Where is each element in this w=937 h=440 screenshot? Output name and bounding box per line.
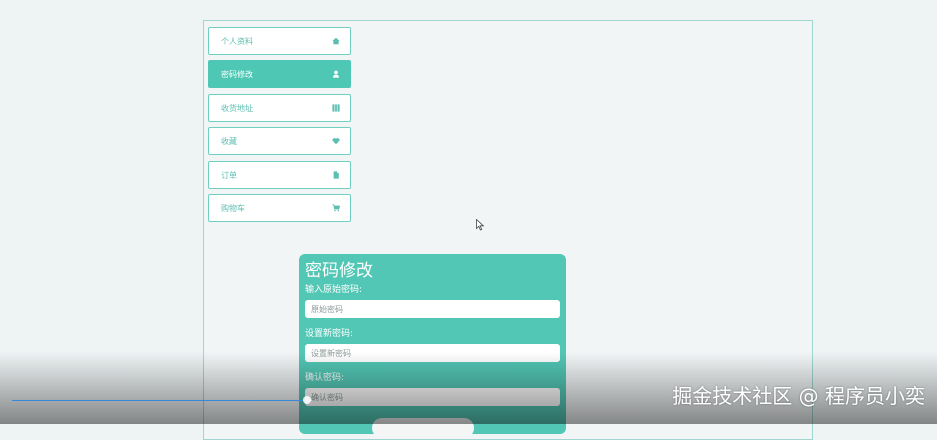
menu-item-label: 密码修改: [221, 69, 253, 79]
menu-item-cart[interactable]: 购物车: [208, 194, 351, 222]
submit-button[interactable]: [372, 418, 474, 438]
menu-item-label: 收货地址: [221, 103, 253, 113]
menu-item-address[interactable]: 收货地址: [208, 94, 351, 122]
user-icon: [332, 70, 340, 78]
watermark: 掘金技术社区 @ 程序员小奕: [672, 384, 925, 408]
menu-item-label: 收藏: [221, 136, 237, 146]
menu-item-profile[interactable]: 个人资料: [208, 27, 351, 55]
menu-item-favorites[interactable]: 收藏: [208, 127, 351, 155]
confirm-password-input[interactable]: [305, 388, 560, 406]
menu-item-label: 个人资料: [221, 36, 253, 46]
confirm-password-label: 确认密码:: [305, 373, 345, 383]
password-change-card: 密码修改 输入原始密码: 设置新密码: 确认密码:: [299, 254, 566, 438]
grid-icon: [332, 104, 340, 112]
file-icon: [333, 171, 339, 179]
menu-item-orders[interactable]: 订单: [208, 161, 351, 189]
original-password-input[interactable]: [305, 300, 560, 318]
video-progress-handle[interactable]: [303, 396, 311, 404]
mouse-cursor-icon: [476, 219, 484, 231]
new-password-input[interactable]: [305, 344, 560, 362]
original-password-label: 输入原始密码:: [305, 285, 363, 295]
menu-item-label: 订单: [221, 170, 237, 180]
video-progress-fill: [12, 400, 303, 401]
home-icon: [332, 37, 340, 45]
menu-item-password[interactable]: 密码修改: [208, 60, 351, 88]
menu-item-label: 购物车: [221, 203, 245, 213]
heart-icon: [332, 138, 340, 145]
new-password-label: 设置新密码:: [305, 329, 354, 339]
cart-icon: [332, 204, 340, 212]
video-progress-bar[interactable]: [12, 400, 312, 401]
form-title: 密码修改: [305, 261, 373, 281]
